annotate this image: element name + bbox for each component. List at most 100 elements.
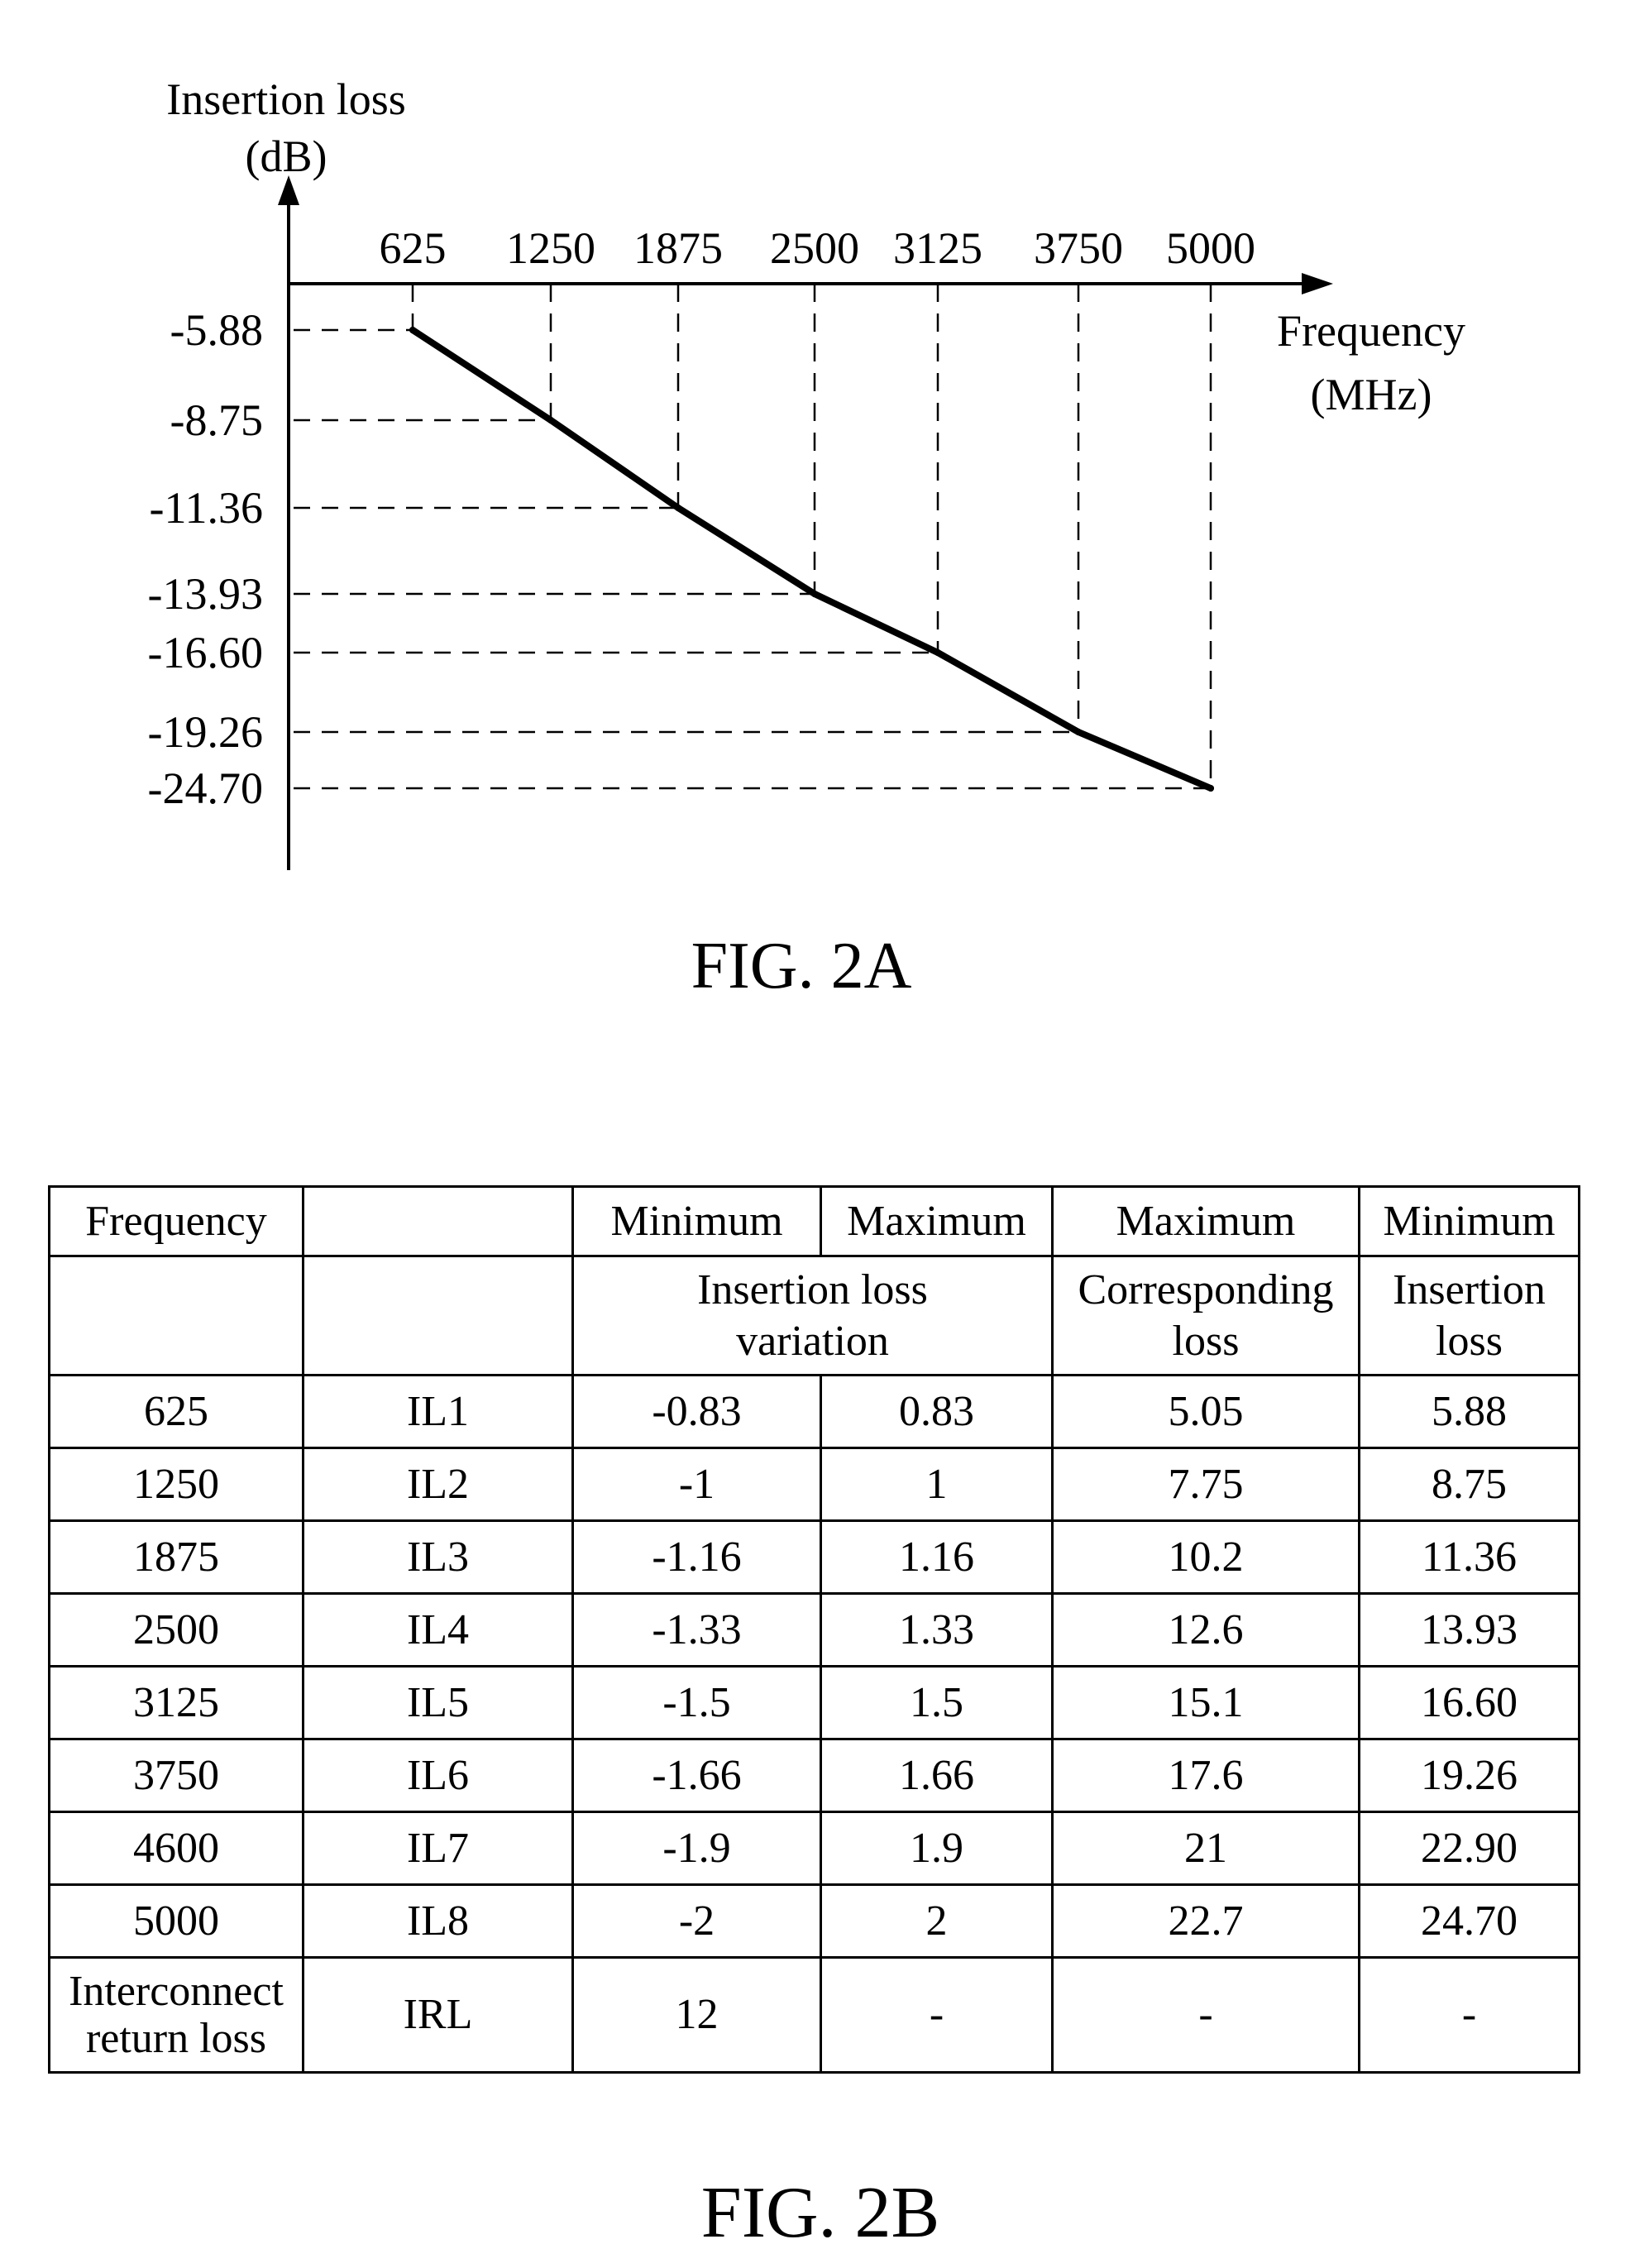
cell-min-insertion-loss: 13.93: [1358, 1592, 1580, 1668]
cell-max-variation: 1.5: [820, 1665, 1054, 1740]
cell-max-corresponding-loss: 7.75: [1051, 1447, 1360, 1522]
header-maximum-corresponding: Maximum: [1051, 1185, 1360, 1257]
table-row: 625 IL1 -0.83 0.83 5.05 5.88: [48, 1374, 1580, 1449]
cell-min-insertion-loss: 24.70: [1358, 1883, 1580, 1959]
header-insertion-loss-line-2: loss: [1436, 1317, 1503, 1365]
cell-frequency: 2500: [48, 1592, 304, 1668]
x-tick-label: 1250: [506, 223, 595, 273]
cell-min-insertion-loss: 16.60: [1358, 1665, 1580, 1740]
cell-name: IL3: [302, 1519, 574, 1595]
header-corresponding-loss: Corresponding loss: [1051, 1255, 1360, 1376]
header2-blank-1: [48, 1255, 304, 1376]
cell-min-variation: -1: [571, 1447, 822, 1522]
cell-frequency: Interconnect return loss: [48, 1956, 304, 2074]
header-blank: [302, 1185, 574, 1257]
cell-max-variation: 1.66: [820, 1738, 1054, 1813]
header-minimum: Minimum: [571, 1185, 822, 1257]
cell-min-variation: -0.83: [571, 1374, 822, 1449]
cell-min-insertion-loss: 19.26: [1358, 1738, 1580, 1813]
cell-frequency-line-1: Interconnect: [69, 1967, 284, 2015]
cell-max-variation: 1.16: [820, 1519, 1054, 1595]
cell-name: IL6: [302, 1738, 574, 1813]
cell-max-variation: 0.83: [820, 1374, 1054, 1449]
y-tick-label: -13.93: [148, 569, 263, 619]
cell-max-corresponding-loss: 22.7: [1051, 1883, 1360, 1959]
header-insertion-loss: Insertion loss: [1358, 1255, 1580, 1376]
x-tick-label: 3125: [893, 223, 982, 273]
cell-min-variation: -1.9: [571, 1811, 822, 1886]
data-point: [935, 649, 941, 656]
data-point: [675, 505, 681, 511]
cell-max-variation: 1.33: [820, 1592, 1054, 1668]
cell-max-corresponding-loss: 15.1: [1051, 1665, 1360, 1740]
x-tick-label: 2500: [770, 223, 859, 273]
y-tick-label: -19.26: [148, 707, 263, 757]
guide-lines: [294, 284, 1212, 790]
x-axis-title-line-1: Frequency: [1277, 306, 1465, 356]
x-tick-labels: 625 1250 1875 2500 3125 3750 5000: [380, 223, 1256, 273]
data-point: [1207, 785, 1214, 792]
cell-name: IL4: [302, 1592, 574, 1668]
header-corresponding-loss-line-2: loss: [1172, 1317, 1240, 1365]
table-row: 3750 IL6 -1.66 1.66 17.6 19.26: [48, 1738, 1580, 1813]
cell-min-insertion-loss: 11.36: [1358, 1519, 1580, 1595]
cell-frequency: 1250: [48, 1447, 304, 1522]
data-point: [1075, 729, 1082, 735]
header-insertion-loss-variation: Insertion loss variation: [571, 1255, 1054, 1376]
cell-min-variation: -1.66: [571, 1738, 822, 1813]
cell-name: IL2: [302, 1447, 574, 1522]
series-line-segment: [409, 327, 554, 423]
cell-max-corresponding-loss: -: [1051, 1956, 1360, 2074]
fig-2b-caption: FIG. 2B: [700, 2173, 940, 2253]
cell-min-insertion-loss: 22.90: [1358, 1811, 1580, 1886]
insertion-loss-table: Frequency Minimum Maximum Maximum Minimu…: [48, 1185, 1580, 2074]
series-line-segment: [547, 417, 681, 511]
x-tick-label: 3750: [1034, 223, 1123, 273]
cell-min-variation: -1.5: [571, 1665, 822, 1740]
series-group: [409, 327, 1214, 792]
cell-frequency: 5000: [48, 1883, 304, 1959]
fig-2a-caption: FIG. 2A: [691, 930, 912, 1002]
data-point: [547, 417, 554, 423]
table-row-irl: Interconnect return loss IRL 12- - -: [48, 1956, 1580, 2074]
cell-max-variation: 2: [820, 1883, 1054, 1959]
cell-max-corresponding-loss: 12.6: [1051, 1592, 1360, 1668]
cell-frequency: 4600: [48, 1811, 304, 1886]
y-tick-label: -24.70: [148, 763, 263, 813]
header-maximum: Maximum: [820, 1185, 1054, 1257]
series-line-segment: [811, 591, 941, 656]
cell-name: IL7: [302, 1811, 574, 1886]
cell-name: IL1: [302, 1374, 574, 1449]
x-axis-arrow-icon: [1302, 273, 1333, 294]
cell-max-variation: 1.9: [820, 1811, 1054, 1886]
y-tick-label: -11.36: [150, 483, 263, 533]
cell-name: IRL: [302, 1956, 574, 2074]
table-row: 1875 IL3 -1.16 1.16 10.2 11.36: [48, 1519, 1580, 1595]
x-tick-label: 1875: [633, 223, 723, 273]
cell-frequency: 3125: [48, 1665, 304, 1740]
y-axis-title-line-1: Insertion loss: [166, 74, 406, 124]
series-line-segment: [675, 505, 818, 597]
cell-frequency: 1875: [48, 1519, 304, 1595]
table-row: 3125 IL5 -1.5 1.5 15.1 16.60: [48, 1665, 1580, 1740]
cell-max-variation: -: [820, 1956, 1054, 2074]
table-header-row-2: Insertion loss variation Corresponding l…: [48, 1255, 1580, 1376]
cell-min-variation: -2: [571, 1883, 822, 1959]
cell-frequency-line-2: return loss: [85, 2015, 267, 2062]
y-tick-label: -16.60: [148, 628, 263, 677]
cell-min-insertion-loss: -: [1358, 1956, 1580, 2074]
series-line-segment: [1075, 729, 1214, 792]
cell-min-insertion-loss: 5.88: [1358, 1374, 1580, 1449]
y-tick-label: -5.88: [170, 305, 263, 355]
table-row: 1250 IL2 -1 1 7.75 8.75: [48, 1447, 1580, 1522]
cell-max-variation: 1: [820, 1447, 1054, 1522]
y-tick-labels: -5.88 -8.75 -11.36 -13.93 -16.60 -19.26 -24.70: [148, 305, 263, 813]
header-frequency: Frequency: [48, 1185, 304, 1257]
cell-max-corresponding-loss: 17.6: [1051, 1738, 1360, 1813]
cell-frequency: 3750: [48, 1738, 304, 1813]
data-point: [409, 327, 416, 333]
header-insertion-loss-variation-line-2: variation: [736, 1317, 889, 1365]
cell-frequency: 625: [48, 1374, 304, 1449]
cell-max-corresponding-loss: 5.05: [1051, 1374, 1360, 1449]
x-tick-label: 625: [380, 223, 447, 273]
